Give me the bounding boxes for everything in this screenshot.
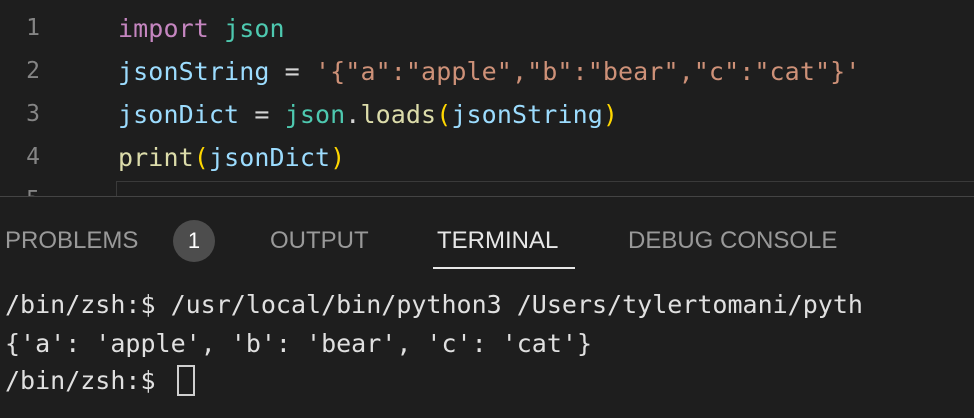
line-number: 4 [26,144,40,170]
dot-operator: . [345,100,361,129]
tab-output[interactable]: OUTPUT [270,221,369,261]
code-line-1[interactable]: 1 import json [0,7,974,50]
terminal-cursor[interactable] [176,364,195,396]
module-json: json [284,100,346,129]
close-paren: ) [330,143,346,172]
current-line-highlight [116,181,974,196]
active-tab-indicator [433,267,575,269]
function-print: print [118,143,194,172]
open-paren: ( [436,100,452,129]
code-text[interactable]: print(jsonDict) [118,136,345,179]
code-text[interactable]: jsonDict = json.loads(jsonString) [118,93,618,136]
terminal-prompt-line[interactable]: /bin/zsh:$ [5,361,195,401]
code-line-4[interactable]: 4 print(jsonDict) [0,136,974,179]
function-loads: loads [360,100,437,129]
argument-jsonstring: jsonString [451,100,603,129]
terminal-output-line: {'a': 'apple', 'b': 'bear', 'c': 'cat'} [5,329,592,358]
tab-problems[interactable]: PROBLEMS [5,221,138,261]
close-paren: ) [602,100,619,129]
argument-jsondict: jsonDict [208,143,331,172]
variable-jsondict: jsonDict [118,100,240,129]
line-number: 2 [26,58,40,84]
tab-debug-console[interactable]: DEBUG CONSOLE [628,221,837,261]
code-text[interactable]: import json [118,7,285,50]
terminal-command-line: /bin/zsh:$ /usr/local/bin/python3 /Users… [5,290,863,319]
module-json: json [224,14,285,43]
assign-operator: = [269,57,315,86]
open-paren: ( [193,143,209,172]
tab-terminal[interactable]: TERMINAL [437,221,558,261]
line-number: 1 [26,15,40,41]
code-text[interactable]: jsonString = '{"a":"apple","b":"bear","c… [118,50,860,93]
keyword-import: import [118,14,209,43]
panel-tabs: PROBLEMS OUTPUT TERMINAL DEBUG CONSOLE [0,197,974,273]
line-number: 5 [0,179,66,196]
line-number: 3 [26,101,40,127]
code-line-2[interactable]: 2 jsonString = '{"a":"apple","b":"bear",… [0,50,974,93]
code-editor[interactable]: 1 import json 2 jsonString = '{"a":"appl… [0,0,974,196]
bottom-panel: PROBLEMS OUTPUT TERMINAL DEBUG CONSOLE /… [0,196,974,418]
assign-operator: = [239,100,285,129]
string-literal: '{"a":"apple","b":"bear","c":"cat"}' [314,57,861,86]
code-line-3[interactable]: 3 jsonDict = json.loads(jsonString) [0,93,974,136]
terminal-prompt: /bin/zsh:$ [5,366,171,395]
variable-jsonstring: jsonString [118,57,270,86]
problems-count-badge: 1 [173,220,215,262]
